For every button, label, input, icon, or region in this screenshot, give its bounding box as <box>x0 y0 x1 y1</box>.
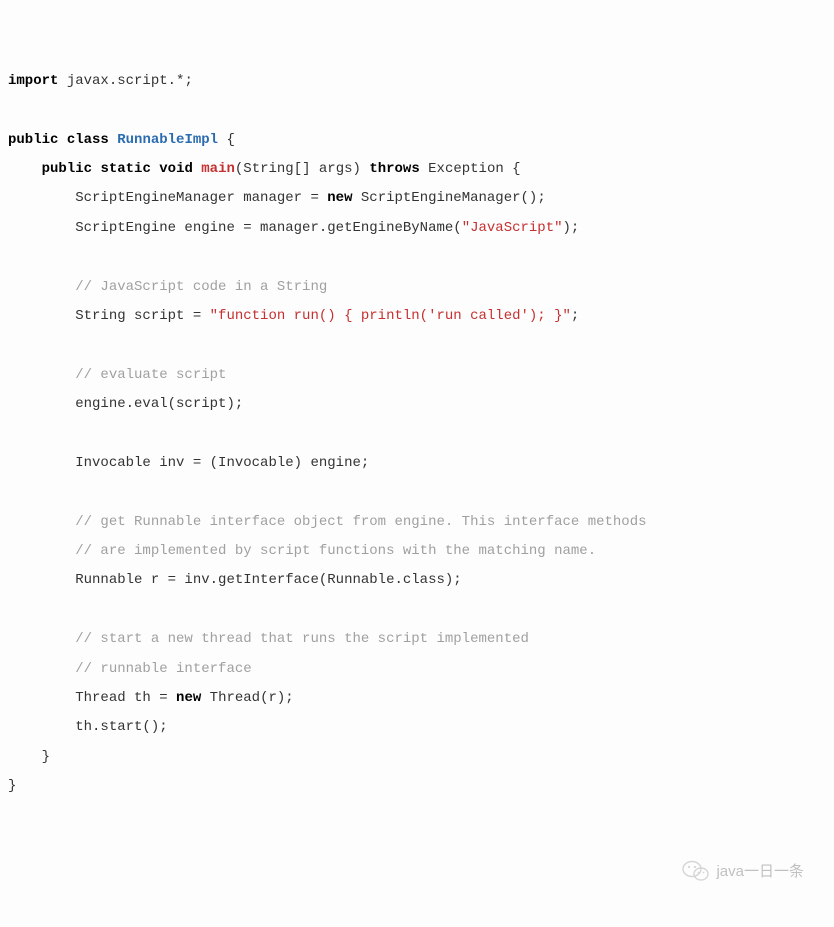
code-text: Invocable inv = (Invocable) engine; <box>75 455 369 471</box>
comment: // start a new thread that runs the scri… <box>75 631 529 647</box>
code-text: ); <box>563 220 580 236</box>
comment: // JavaScript code in a String <box>75 279 327 295</box>
keyword-static: static <box>100 161 150 177</box>
keyword-void: void <box>159 161 193 177</box>
code-text: String script = <box>75 308 209 324</box>
code-text: Exception { <box>420 161 521 177</box>
watermark-text: java一日一条 <box>716 856 804 888</box>
wechat-icon <box>682 859 710 883</box>
keyword-public: public <box>42 161 92 177</box>
code-text: ; <box>571 308 579 324</box>
comment: // get Runnable interface object from en… <box>75 514 646 530</box>
code-text: Runnable r = inv.getInterface(Runnable.c… <box>75 572 461 588</box>
code-text: (String[] args) <box>235 161 369 177</box>
comment: // are implemented by script functions w… <box>75 543 596 559</box>
brace-close: } <box>8 778 16 794</box>
code-block: import javax.script.*; public class Runn… <box>8 67 826 802</box>
code-text: Thread th = <box>75 690 176 706</box>
code-text: { <box>218 132 235 148</box>
code-text: engine.eval(script); <box>75 396 243 412</box>
watermark: java一日一条 <box>682 856 804 888</box>
code-text: ScriptEngine engine = manager.getEngineB… <box>75 220 461 236</box>
class-name: RunnableImpl <box>117 132 218 148</box>
keyword-throws: throws <box>369 161 419 177</box>
code-text: Thread(r); <box>201 690 293 706</box>
comment: // runnable interface <box>75 661 251 677</box>
code-text: javax.script.*; <box>58 73 192 89</box>
method-name: main <box>201 161 235 177</box>
keyword-import: import <box>8 73 58 89</box>
comment: // evaluate script <box>75 367 226 383</box>
code-text: ScriptEngineManager manager = <box>75 190 327 206</box>
keyword-public: public <box>8 132 58 148</box>
string-literal: "function run() { println('run called');… <box>210 308 571 324</box>
keyword-new: new <box>176 690 201 706</box>
keyword-new: new <box>327 190 352 206</box>
keyword-class: class <box>67 132 109 148</box>
brace-close: } <box>42 749 50 765</box>
string-literal: "JavaScript" <box>462 220 563 236</box>
code-text: th.start(); <box>75 719 167 735</box>
code-text: ScriptEngineManager(); <box>352 190 545 206</box>
